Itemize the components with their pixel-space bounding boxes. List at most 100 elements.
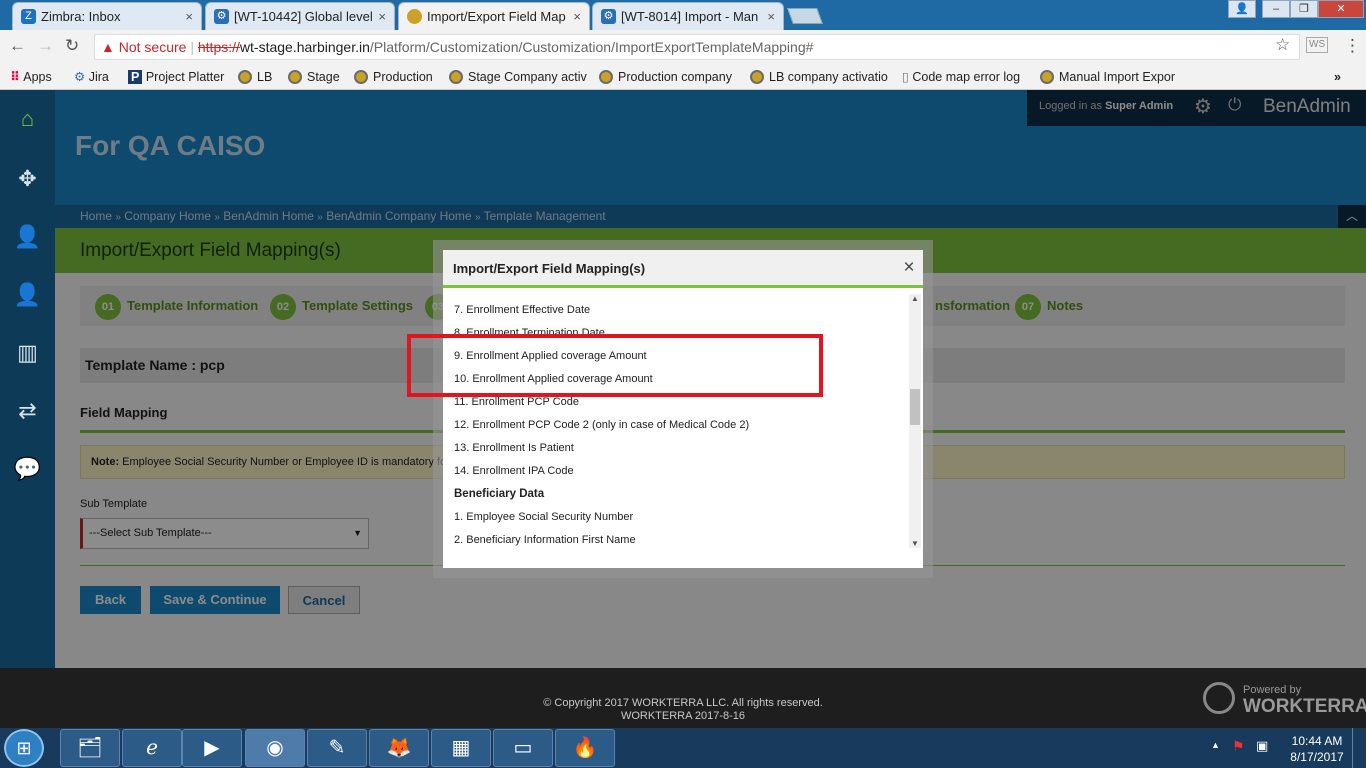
modal-title: Import/Export Field Mapping(s) <box>453 261 646 276</box>
field-mapping-modal: Import/Export Field Mapping(s) × · 7. En… <box>443 250 923 568</box>
site-icon <box>750 70 764 84</box>
close-tab-icon[interactable]: × <box>573 3 581 30</box>
back-arrow-icon[interactable]: ← <box>9 36 26 56</box>
clock-date[interactable]: 8/17/2017 <box>1286 750 1348 764</box>
network-icon[interactable]: ▣ <box>1256 738 1268 754</box>
jira-icon: ⚙ <box>601 9 616 24</box>
bookmarks-bar: ⠿ Apps ⚙ Jira P Project Platter LB Stage… <box>0 64 1366 90</box>
user-icon[interactable]: 👤 <box>0 266 55 324</box>
modules-icon[interactable]: ✥ <box>0 150 55 208</box>
maximize-button[interactable]: ❐ <box>1290 0 1318 18</box>
list-item: 1. Employee Social Security Number <box>454 511 634 523</box>
internet-explorer-icon[interactable]: ℯ <box>122 729 182 767</box>
flame-app-icon[interactable]: 🔥 <box>555 729 615 767</box>
modal-header: Import/Export Field Mapping(s) × <box>443 250 923 288</box>
windows-taskbar: ⊞ 🗂 ℯ ▶ ◉ ✎ 🦊 ▦ ▭ 🔥 ▲ ⚑ ▣ 10:44 AM 8/17/… <box>0 728 1366 768</box>
show-desktop-button[interactable] <box>1352 728 1366 768</box>
url-path: /Platform/Customization/Customization/Im… <box>369 39 814 55</box>
start-button[interactable]: ⊞ <box>4 729 44 767</box>
notepad-icon[interactable]: ✎ <box>307 729 367 767</box>
forward-arrow-icon[interactable]: → <box>37 36 54 56</box>
left-nav: ⌂ ✥ 👤 👤 ▥ ⇄ 💬 <box>0 90 55 668</box>
bookmark-project-platter[interactable]: P Project Platter <box>128 68 224 86</box>
close-icon[interactable]: × <box>899 257 919 279</box>
tab-jira-wt8014[interactable]: ⚙ [WT-8014] Import - Man × <box>592 2 784 30</box>
list-item: 2. Beneficiary Information First Name <box>454 534 636 546</box>
modal-field-list[interactable]: · 7. Enrollment Effective Date 8. Enroll… <box>443 291 907 547</box>
bookmarks-overflow[interactable]: » <box>1334 68 1341 86</box>
tab-zimbra[interactable]: Z Zimbra: Inbox × <box>12 2 202 30</box>
minimize-button[interactable]: – <box>1262 0 1290 18</box>
bookmark-stage-company[interactable]: Stage Company activ <box>449 68 587 86</box>
tab-label: [WT-10442] Global level <box>234 9 373 24</box>
warning-icon: ▲ <box>101 39 115 55</box>
footer: © Copyright 2017 WORKTERRA LLC. All righ… <box>0 668 1366 728</box>
user-icon[interactable]: 👤 <box>1228 0 1256 18</box>
zimbra-icon: Z <box>21 9 36 24</box>
site-icon <box>1040 70 1054 84</box>
tab-import-export[interactable]: Import/Export Field Map × <box>398 2 590 30</box>
modal-scrollbar[interactable]: ▲ ▼ <box>909 294 921 548</box>
scrollbar-thumb[interactable] <box>910 389 920 426</box>
media-player-icon[interactable]: ▶ <box>182 729 242 767</box>
new-tab-button[interactable] <box>787 8 823 24</box>
admin-user-icon[interactable]: 👤 <box>0 208 55 266</box>
bookmark-production[interactable]: Production <box>354 68 433 86</box>
list-item: 12. Enrollment PCP Code 2 (only in case … <box>454 419 750 431</box>
jira-icon: ⚙ <box>214 9 229 24</box>
site-icon <box>354 70 368 84</box>
menu-icon[interactable]: ⋮ <box>1344 36 1361 56</box>
close-tab-icon[interactable]: × <box>378 3 386 30</box>
tray-expand-icon[interactable]: ▲ <box>1211 740 1220 750</box>
bookmark-lb-company[interactable]: LB company activatio <box>750 68 888 86</box>
reload-icon[interactable]: ↻ <box>65 36 79 56</box>
tab-label: Import/Export Field Map <box>427 9 566 24</box>
bookmark-code-map[interactable]: ▯ Code map error log <box>902 68 1020 86</box>
chat-icon[interactable]: 💬 <box>0 440 55 498</box>
site-icon <box>449 70 463 84</box>
clock-time[interactable]: 10:44 AM <box>1286 734 1348 748</box>
p-icon: P <box>128 70 143 84</box>
screenshot-tool-icon[interactable]: ▭ <box>493 729 553 767</box>
close-tab-icon[interactable]: × <box>185 3 193 30</box>
workterra-logo-icon <box>1203 682 1235 714</box>
security-status: Not secure <box>118 39 187 55</box>
bookmark-jira[interactable]: ⚙ Jira <box>74 68 109 86</box>
url-host: wt-stage.harbinger.in <box>239 39 370 55</box>
list-item: 13. Enrollment Is Patient <box>454 442 574 454</box>
scroll-down-arrow-icon[interactable]: ▼ <box>911 539 919 548</box>
bookmark-lb[interactable]: LB <box>238 68 272 86</box>
apps-grid-icon: ⠿ <box>10 70 20 84</box>
file-explorer-icon[interactable]: 🗂 <box>60 729 120 767</box>
jira-icon: ⚙ <box>74 70 86 84</box>
browser-tab-strip: Z Zimbra: Inbox × ⚙ [WT-10442] Global le… <box>0 0 1366 30</box>
document-icon: ▯ <box>902 70 909 84</box>
site-icon <box>599 70 613 84</box>
reports-chart-icon[interactable]: ▥ <box>0 324 55 382</box>
home-icon[interactable]: ⌂ <box>0 90 55 148</box>
tab-label: Zimbra: Inbox <box>41 9 121 24</box>
firefox-icon[interactable]: 🦊 <box>369 729 429 767</box>
url-field[interactable]: ▲ Not secure | https://wt-stage.harbinge… <box>94 34 1300 60</box>
flag-icon[interactable]: ⚑ <box>1232 738 1245 755</box>
bookmark-stage[interactable]: Stage <box>288 68 340 86</box>
bookmark-manual-import[interactable]: Manual Import Expor <box>1040 68 1175 86</box>
page-icon <box>407 9 422 24</box>
scroll-up-arrow-icon[interactable]: ▲ <box>911 294 919 303</box>
close-tab-icon[interactable]: × <box>767 3 775 30</box>
bookmark-production-company[interactable]: Production company <box>599 68 732 86</box>
spreadsheet-icon[interactable]: ▦ <box>431 729 491 767</box>
url-scheme: https:// <box>197 39 240 55</box>
chrome-icon[interactable]: ◉ <box>245 729 305 767</box>
workterra-brand: WORKTERRA <box>1243 696 1366 717</box>
bookmark-apps[interactable]: ⠿ Apps <box>10 68 52 86</box>
tab-jira-wt10442[interactable]: ⚙ [WT-10442] Global level × <box>205 2 395 30</box>
close-window-button[interactable]: ✕ <box>1318 0 1364 18</box>
site-icon <box>238 70 252 84</box>
powered-by-label: Powered by <box>1243 684 1302 696</box>
bookmark-star-icon[interactable]: ☆ <box>1275 35 1290 55</box>
extension-icon[interactable]: WS <box>1306 37 1329 53</box>
transfer-icon[interactable]: ⇄ <box>0 382 55 440</box>
list-item: 14. Enrollment IPA Code <box>454 465 574 477</box>
address-bar-row: ← → ↻ ▲ Not secure | https://wt-stage.ha… <box>0 30 1366 64</box>
